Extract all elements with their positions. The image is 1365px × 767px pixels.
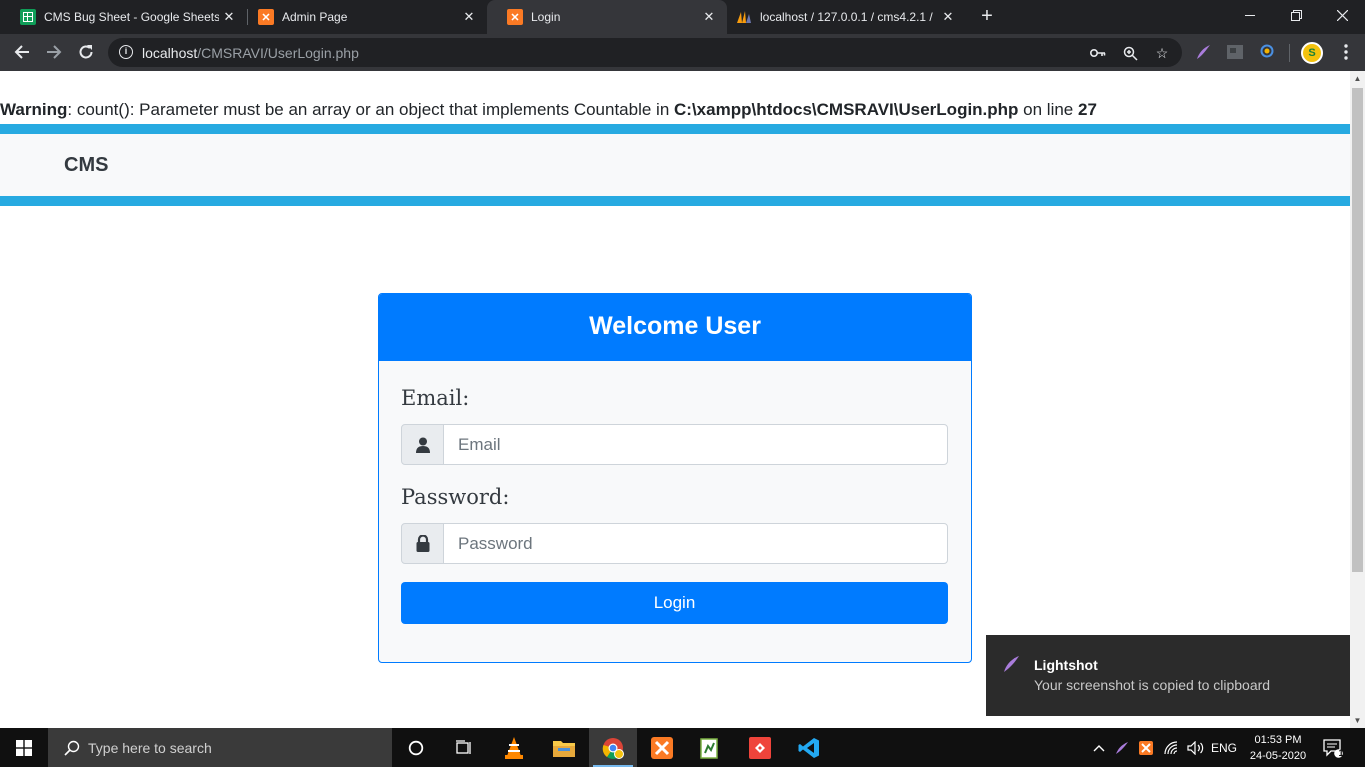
xampp-icon: ✕ [258,9,274,25]
notepad-icon[interactable] [686,728,734,767]
scroll-up-arrow-icon[interactable]: ▲ [1350,71,1365,86]
notification-count: 1 [1338,748,1344,758]
windows-taskbar: Type here to search ENG 01:53 PM 24-05-2… [0,728,1365,767]
info-icon[interactable]: i [119,45,133,59]
phpmyadmin-icon [736,9,752,25]
xampp-tray-icon[interactable] [1137,728,1155,767]
page-content: Warning: count(): Parameter must be an a… [0,71,1350,728]
browser-toolbar: i localhost/CMSRAVI/UserLogin.php ☆ S [0,34,1365,71]
clock-time: 01:53 PM [1254,734,1302,746]
tray-overflow-chevron-icon[interactable] [1090,728,1108,767]
wifi-icon[interactable] [1162,728,1182,767]
scroll-down-arrow-icon[interactable]: ▼ [1350,713,1365,728]
header-band-bottom [0,196,1350,206]
tab-cms-bug-sheet[interactable]: CMS Bug Sheet - Google Sheets ✕ [0,0,247,34]
anydesk-icon[interactable] [736,728,784,767]
navbar-brand[interactable]: CMS [64,154,108,177]
menu-icon[interactable] [1334,40,1358,64]
new-tab-button[interactable]: + [976,6,998,28]
profile-avatar[interactable]: S [1301,42,1323,64]
vlc-icon[interactable] [490,728,538,767]
email-input-group [401,424,948,465]
tab-title: CMS Bug Sheet - Google Sheets [44,10,219,24]
url-text[interactable]: localhost/CMSRAVI/UserLogin.php [142,45,359,61]
close-tab-icon[interactable]: ✕ [219,7,239,27]
php-warning: Warning: count(): Parameter must be an a… [0,100,1097,119]
lightshot-extension-icon[interactable] [1193,42,1213,62]
page-scrollbar[interactable]: ▲ ▼ [1350,71,1365,728]
taskbar-clock[interactable]: 01:53 PM 24-05-2020 [1244,732,1312,764]
file-explorer-icon[interactable] [540,728,588,767]
notification-title: Lightshot [1034,657,1098,673]
tab-login[interactable]: ✕ Login ✕ [487,0,727,34]
key-icon[interactable] [1088,43,1108,63]
password-input[interactable] [443,523,948,564]
login-card: Welcome User Email: Password: Login [378,293,972,663]
xampp-taskbar-icon[interactable] [638,728,686,767]
tab-title: Login [531,10,561,24]
tab-title: Admin Page [282,10,348,24]
reload-button[interactable] [74,40,98,64]
language-indicator[interactable]: ENG [1209,728,1239,767]
password-input-group [401,523,948,564]
zoom-icon[interactable] [1120,43,1140,63]
lock-icon [401,523,444,564]
login-button[interactable]: Login [401,582,948,624]
lightshot-tray-icon[interactable] [1113,728,1131,767]
user-icon [401,424,444,465]
scroll-thumb[interactable] [1352,88,1363,572]
clock-date: 24-05-2020 [1249,750,1307,762]
restore-button[interactable] [1273,0,1319,30]
volume-icon[interactable] [1185,728,1207,767]
notification-message: Your screenshot is copied to clipboard [1034,677,1271,693]
google-sheets-icon [20,9,36,25]
windows-start-icon[interactable] [0,728,48,767]
close-tab-icon[interactable]: ✕ [459,7,479,27]
lightshot-feather-icon [1002,655,1022,675]
search-icon [62,738,82,758]
tab-admin-page[interactable]: ✕ Admin Page ✕ [238,0,487,34]
extension-icon[interactable] [1225,42,1245,62]
navbar: CMS [0,134,1350,196]
taskbar-search-box[interactable]: Type here to search [48,728,392,767]
back-button[interactable] [10,40,34,64]
login-card-title: Welcome User [379,294,971,361]
browser-tab-strip: CMS Bug Sheet - Google Sheets ✕ ✕ Admin … [0,0,1365,34]
close-window-button[interactable] [1319,0,1365,30]
bookmark-star-icon[interactable]: ☆ [1152,43,1172,63]
header-band-top [0,124,1350,134]
tab-title: localhost / 127.0.0.1 / cms4.2.1 / [760,10,933,24]
search-placeholder: Type here to search [88,739,212,756]
xampp-icon: ✕ [507,9,523,25]
minimize-button[interactable] [1227,0,1273,30]
email-input[interactable] [443,424,948,465]
lightshot-notification[interactable]: Lightshot Your screenshot is copied to c… [986,635,1350,716]
address-bar[interactable]: i localhost/CMSRAVI/UserLogin.php ☆ [108,38,1182,67]
tab-phpmyadmin[interactable]: localhost / 127.0.0.1 / cms4.2.1 / ✕ [716,0,966,34]
task-view-icon[interactable] [440,728,488,767]
action-center-icon[interactable]: 1 [1318,728,1348,767]
chrome-icon[interactable] [589,728,637,767]
cortana-icon[interactable] [392,728,440,767]
extension-bulb-icon[interactable] [1257,42,1277,62]
vscode-icon[interactable] [785,728,833,767]
close-tab-icon[interactable]: ✕ [938,7,958,27]
email-label: Email: [401,386,470,410]
forward-button[interactable] [42,40,66,64]
password-label: Password: [401,485,510,509]
